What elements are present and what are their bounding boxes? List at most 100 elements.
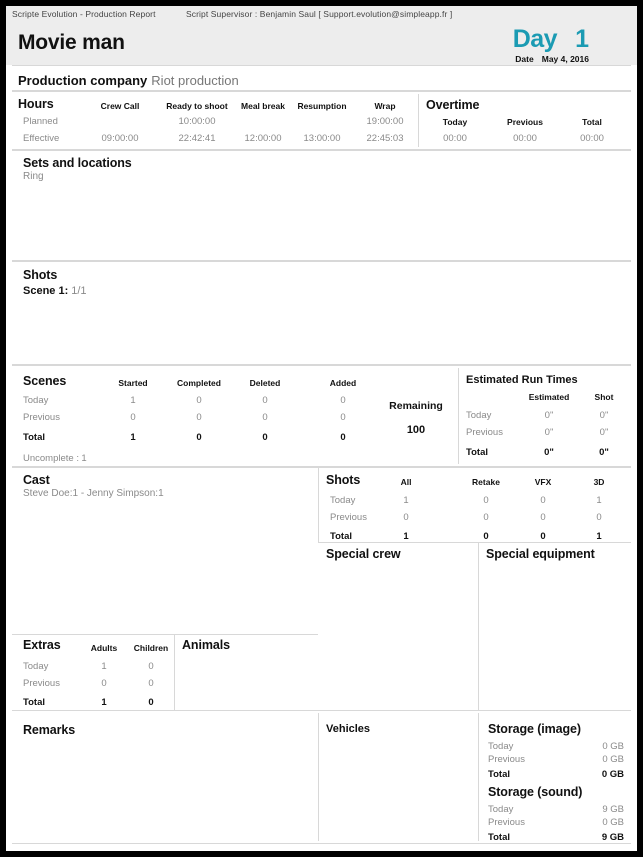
storage-sound-title: Storage (sound) — [488, 785, 583, 799]
scenes-previous-completed: 0 — [196, 412, 202, 423]
scenes-total-added: 0 — [340, 432, 346, 443]
date-label: Date — [515, 54, 534, 64]
extras-today-children: 0 — [148, 661, 154, 672]
hours-col-resumption: Resumption — [297, 101, 347, 111]
overtime-col-today: Today — [442, 117, 468, 127]
storage-sound-today-label: Today — [488, 804, 514, 815]
scenes-remaining-value: 100 — [406, 424, 426, 436]
scenes-today-added: 0 — [340, 395, 346, 406]
production-company: Production company Riot production — [18, 72, 239, 90]
scenes-uncomplete-value: 1 — [81, 453, 87, 464]
overtime-value-today: 00:00 — [443, 133, 467, 144]
sets-and-locations-value: Ring — [23, 171, 44, 182]
runtimes-today-estimated: 0" — [544, 410, 554, 421]
shots-total-retake: 0 — [483, 531, 489, 542]
scenes-today-deleted: 0 — [262, 395, 268, 406]
scenes-previous-deleted: 0 — [262, 412, 268, 423]
production-company-value: Riot production — [151, 73, 239, 88]
scenes-row-total-label: Total — [23, 432, 45, 443]
storage-sound-today-value: 9 GB — [602, 804, 624, 815]
shots-col-retake: Retake — [472, 477, 500, 487]
scenes-today-started: 1 — [130, 395, 136, 406]
hours-planned-wrap: 19:00:00 — [366, 116, 404, 127]
special-panel — [318, 542, 631, 710]
script-supervisor-label: Script Supervisor : Benjamin Saul [ Supp… — [186, 9, 453, 19]
overtime-col-previous: Previous — [507, 117, 543, 127]
runtimes-previous-shot: 0" — [599, 427, 609, 438]
shots-previous-retake: 0 — [483, 512, 489, 523]
scenes-total-deleted: 0 — [262, 432, 268, 443]
runtimes-row-previous-label: Previous — [466, 427, 503, 438]
page-title: Movie man — [18, 31, 125, 54]
storage-image-today-value: 0 GB — [602, 741, 624, 752]
scene-entry: Scene 1: 1/1 — [23, 285, 87, 297]
hours-row-planned-label: Planned — [23, 116, 58, 127]
hours-col-ready-to-shoot: Ready to shoot — [166, 101, 228, 111]
extras-previous-adults: 0 — [101, 678, 107, 689]
date-row: Date May 4, 2016 — [515, 54, 589, 64]
shots-previous-all: 0 — [403, 512, 409, 523]
extras-animals-divider — [174, 634, 175, 710]
special-crew-title: Special crew — [326, 547, 401, 561]
sets-and-locations-title: Sets and locations — [23, 156, 132, 170]
extras-col-adults: Adults — [90, 643, 118, 653]
shots-col-vfx: VFX — [534, 477, 552, 487]
shots-today-retake: 0 — [483, 495, 489, 506]
shots-row-today-label: Today — [330, 495, 356, 506]
runtimes-col-estimated: Estimated — [528, 392, 570, 402]
storage-sound-previous-label: Previous — [488, 817, 525, 828]
shots-list-title: Shots — [23, 268, 58, 282]
overtime-title: Overtime — [426, 98, 480, 112]
storage-image-total-value: 0 GB — [601, 769, 624, 780]
scene-entry-label: Scene 1: — [23, 285, 69, 297]
special-equipment-title: Special equipment — [486, 547, 595, 561]
runtimes-col-shot: Shot — [594, 392, 614, 402]
special-crew-equipment-divider — [478, 542, 479, 710]
runtimes-total-estimated: 0" — [544, 447, 554, 458]
runtimes-row-total-label: Total — [466, 447, 488, 458]
production-report-page: Scripte Evolution - Production Report Sc… — [6, 6, 637, 851]
runtimes-row-today-label: Today — [466, 410, 492, 421]
storage-image-today-label: Today — [488, 741, 514, 752]
extras-previous-children: 0 — [148, 678, 154, 689]
runtimes-total-shot: 0" — [599, 447, 609, 458]
scenes-col-deleted: Deleted — [249, 378, 281, 388]
runtimes-previous-estimated: 0" — [544, 427, 554, 438]
production-company-label: Production company — [18, 73, 148, 88]
scenes-col-added: Added — [329, 378, 357, 388]
extras-total-adults: 1 — [101, 697, 107, 708]
scenes-total-started: 1 — [130, 432, 136, 443]
shots-row-total-label: Total — [330, 531, 352, 542]
extras-total-children: 0 — [148, 697, 154, 708]
extras-col-children: Children — [133, 643, 169, 653]
storage-image-previous-label: Previous — [488, 754, 525, 765]
date-value: May 4, 2016 — [541, 54, 589, 64]
scenes-col-completed: Completed — [177, 378, 221, 388]
app-name-label: Scripte Evolution - Production Report — [12, 9, 156, 19]
overtime-value-previous: 00:00 — [513, 133, 537, 144]
shots-total-vfx: 0 — [540, 531, 546, 542]
scenes-title: Scenes — [23, 374, 67, 388]
cast-title: Cast — [23, 473, 50, 487]
shots-list-panel — [12, 261, 631, 365]
remarks-title: Remarks — [23, 723, 76, 737]
shots-table-title: Shots — [326, 473, 361, 487]
extras-row-previous-label: Previous — [23, 678, 60, 689]
day-label: Day — [512, 25, 558, 53]
scenes-remaining-label: Remaining — [389, 400, 443, 412]
scenes-total-completed: 0 — [196, 432, 202, 443]
scenes-uncomplete-label: Uncomplete : — [23, 453, 79, 464]
vehicles-storage-divider — [478, 713, 479, 841]
storage-image-previous-value: 0 GB — [602, 754, 624, 765]
hours-col-crew-call: Crew Call — [100, 101, 140, 111]
storage-image-total-label: Total — [488, 769, 510, 780]
shots-row-previous-label: Previous — [330, 512, 367, 523]
estimated-run-times-title: Estimated Run Times — [466, 374, 578, 386]
hours-row-effective-label: Effective — [23, 133, 60, 144]
extras-row-total-label: Total — [23, 697, 45, 708]
hours-overtime-divider — [418, 94, 419, 147]
hours-title: Hours — [18, 97, 54, 111]
storage-sound-total-label: Total — [488, 832, 510, 843]
hours-effective-resumption: 13:00:00 — [303, 133, 341, 144]
scene-entry-value: 1/1 — [71, 285, 87, 297]
